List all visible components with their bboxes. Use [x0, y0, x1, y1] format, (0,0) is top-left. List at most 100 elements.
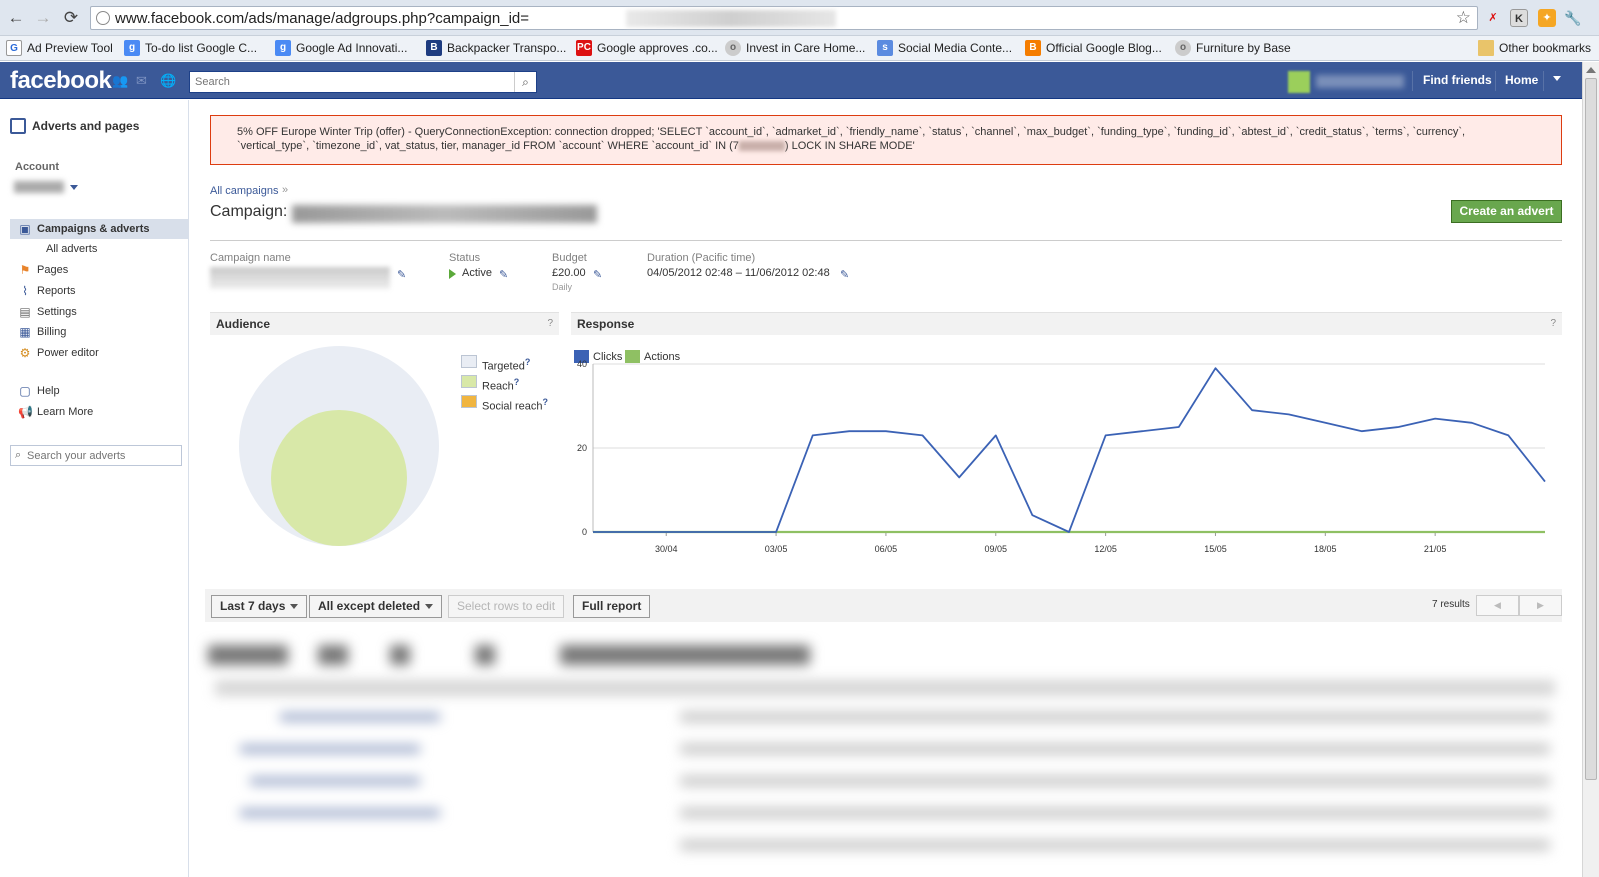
- x-tick-label: 15/05: [1204, 544, 1227, 554]
- adverts-table-blurred: [0, 625, 1582, 877]
- response-header: Response ?: [571, 312, 1562, 335]
- table-toolbar: Last 7 days All except deleted Select ro…: [205, 589, 1562, 622]
- edit-name-pencil-icon[interactable]: ✎: [397, 268, 406, 281]
- edit-budget-pencil-icon[interactable]: ✎: [593, 268, 602, 281]
- social-media-icon: s: [877, 40, 893, 56]
- settings-icon: ▤: [19, 305, 31, 319]
- campaign-name-value-redacted: [210, 267, 390, 289]
- other-bookmarks[interactable]: Other bookmarks: [1478, 40, 1591, 57]
- wrench-icon[interactable]: 🔧: [1564, 9, 1582, 27]
- legend-targeted: Targeted?: [461, 355, 531, 373]
- chevron-down-icon: [425, 604, 434, 610]
- create-advert-button[interactable]: Create an advert: [1451, 200, 1562, 223]
- blogger-icon: B: [1025, 40, 1041, 56]
- error-message: 5% OFF Europe Winter Trip (offer) - Quer…: [210, 115, 1562, 165]
- home-link[interactable]: Home: [1505, 73, 1538, 87]
- redacted-id: [738, 141, 785, 152]
- full-report-button[interactable]: Full report: [573, 595, 651, 618]
- y-tick-label: 40: [577, 359, 587, 369]
- avatar[interactable]: [1288, 71, 1310, 93]
- reach-circle: [271, 410, 407, 546]
- facebook-header: facebook 👥 ✉ 🌐 ⌕ Find friends Home: [0, 62, 1582, 99]
- extension-red-icon[interactable]: ✗: [1484, 9, 1502, 27]
- google-icon: g: [124, 40, 140, 56]
- extension-k-icon[interactable]: K: [1510, 9, 1528, 27]
- edit-status-pencil-icon[interactable]: ✎: [499, 268, 508, 281]
- page-title: Campaign:: [210, 203, 288, 220]
- date-range-dropdown[interactable]: Last 7 days: [211, 595, 308, 618]
- bookmark-item[interactable]: g To-do list Google C...: [124, 40, 257, 57]
- select-rows-button[interactable]: Select rows to edit: [448, 595, 565, 618]
- blurred-row: [680, 743, 1550, 755]
- sidebar-item-all-adverts[interactable]: All adverts: [10, 239, 188, 259]
- filter-dropdown[interactable]: All except deleted: [309, 595, 443, 618]
- account-chevron-down-icon[interactable]: [70, 185, 78, 190]
- search-icon[interactable]: ⌕: [514, 72, 536, 92]
- breadcrumb[interactable]: All campaigns: [210, 185, 278, 197]
- facebook-logo[interactable]: facebook: [10, 67, 112, 95]
- help-icon[interactable]: ?: [543, 397, 549, 407]
- bookmark-item[interactable]: B Backpacker Transpo...: [426, 40, 566, 57]
- status-label: Status: [449, 252, 481, 264]
- sidebar-item-campaigns[interactable]: ▣ Campaigns & adverts: [10, 219, 188, 239]
- globe-icon: o: [1175, 40, 1191, 56]
- friend-requests-icon[interactable]: 👥: [112, 74, 128, 87]
- google-icon: G: [6, 40, 22, 56]
- search-input[interactable]: [190, 72, 510, 92]
- budget-period: Daily: [552, 282, 573, 292]
- campaign-name-redacted: [292, 205, 597, 223]
- scroll-up-icon[interactable]: [1586, 67, 1596, 73]
- sidebar-item-reports[interactable]: ⌇ Reports: [10, 281, 188, 301]
- edit-duration-pencil-icon[interactable]: ✎: [840, 268, 849, 281]
- blurred-cell: [240, 745, 420, 753]
- back-button[interactable]: ←: [5, 8, 27, 28]
- help-icon: ▢: [19, 384, 31, 398]
- next-page-button[interactable]: ▶: [1519, 595, 1562, 616]
- x-tick-label: 12/05: [1094, 544, 1117, 554]
- bookmark-item[interactable]: s Social Media Conte...: [877, 40, 1012, 57]
- user-name-redacted[interactable]: [1316, 75, 1404, 88]
- notifications-icon[interactable]: 🌐: [160, 74, 176, 87]
- power-editor-icon: ⚙: [19, 346, 31, 360]
- sidebar-item-billing[interactable]: ▦ Billing: [10, 322, 188, 342]
- account-redacted[interactable]: [14, 181, 64, 193]
- sidebar-item-settings[interactable]: ▤ Settings: [10, 302, 188, 322]
- bookmark-item[interactable]: o Invest in Care Home...: [725, 40, 865, 57]
- find-friends-link[interactable]: Find friends: [1423, 73, 1492, 87]
- help-icon[interactable]: ?: [525, 357, 531, 367]
- bookmark-item[interactable]: PC Google approves .co...: [576, 40, 718, 57]
- sidebar-item-pages[interactable]: ⚑ Pages: [10, 260, 188, 280]
- sidebar-item-learn-more[interactable]: 📢 Learn More: [10, 402, 188, 422]
- forward-button[interactable]: →: [32, 8, 54, 28]
- help-icon[interactable]: ?: [547, 313, 553, 335]
- scroll-thumb[interactable]: [1585, 78, 1597, 780]
- sidebar-item-help[interactable]: ▢ Help: [10, 381, 188, 401]
- bookmark-item[interactable]: B Official Google Blog...: [1025, 40, 1162, 57]
- prev-page-button[interactable]: ◀: [1476, 595, 1519, 616]
- status-value: Active: [462, 267, 492, 279]
- bookmark-item[interactable]: G Ad Preview Tool: [6, 40, 113, 57]
- address-bar[interactable]: www.facebook.com/ads/manage/adgroups.php…: [90, 6, 1478, 30]
- bookmark-item[interactable]: g Google Ad Innovati...: [275, 40, 407, 57]
- url-redacted: [626, 10, 836, 27]
- bookmark-item[interactable]: o Furniture by Base: [1175, 40, 1291, 57]
- help-icon[interactable]: ?: [514, 377, 520, 387]
- messages-icon[interactable]: ✉: [136, 74, 150, 87]
- search-box: ⌕: [189, 71, 537, 93]
- account-menu-chevron-icon[interactable]: [1553, 76, 1561, 81]
- bookmark-star-icon[interactable]: ☆: [1456, 8, 1471, 28]
- x-tick-label: 03/05: [765, 544, 788, 554]
- reload-button[interactable]: ⟳: [60, 8, 82, 28]
- search-adverts-input[interactable]: [27, 448, 177, 463]
- legend-reach: Reach?: [461, 375, 520, 393]
- x-tick-label: 09/05: [985, 544, 1008, 554]
- help-icon[interactable]: ?: [1550, 313, 1556, 335]
- extension-orange-icon[interactable]: ✦: [1538, 9, 1556, 27]
- page-scrollbar[interactable]: [1582, 62, 1599, 877]
- sidebar-item-power-editor[interactable]: ⚙ Power editor: [10, 343, 188, 363]
- sidebar-title[interactable]: Adverts and pages: [10, 118, 139, 134]
- bookmarks-bar: G Ad Preview Tool g To-do list Google C...…: [0, 36, 1599, 61]
- page-info-icon: [96, 11, 110, 25]
- blurred-cell: [250, 777, 420, 785]
- campaign-name-label: Campaign name: [210, 252, 291, 264]
